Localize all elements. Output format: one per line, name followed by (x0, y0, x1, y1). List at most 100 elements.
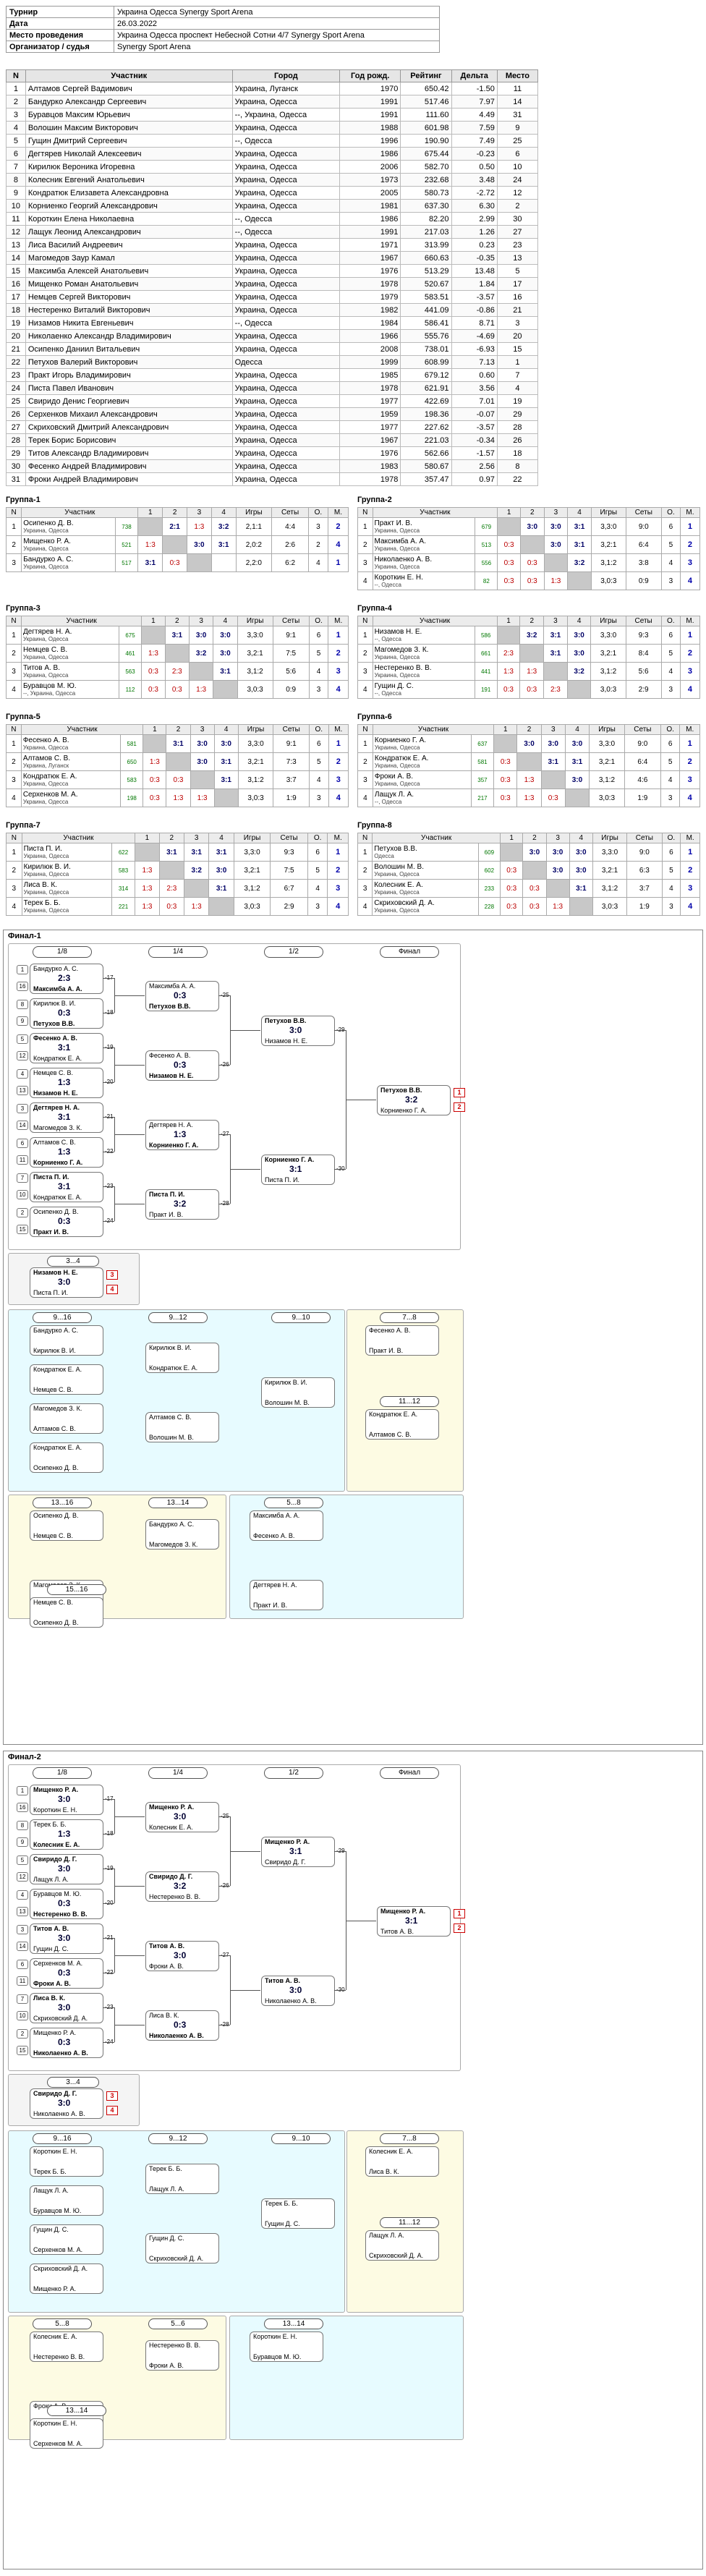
player-cell: Николаенко Александр Владимирович (25, 329, 233, 343)
player-cell: 29 (6, 446, 26, 460)
player-cell: 1959 (339, 407, 401, 421)
group-score-cell: 3:0 (186, 535, 212, 554)
match-score: 0:3 (58, 1216, 71, 1226)
group-player: Низамов Н. Е. --, Одесса (372, 626, 475, 645)
group-header-cell: 4 (213, 616, 238, 626)
group-place: 3 (328, 662, 349, 681)
match-score: 3:1 (58, 1181, 71, 1191)
group-score: 3:0 (221, 739, 231, 748)
group-header-cell: М. (679, 507, 701, 518)
player-cell: Украина, Одесса (231, 264, 341, 278)
round-header: Финал (380, 946, 439, 958)
match-player-b: Немцев С. В. (33, 1532, 74, 1539)
match-box: Терек Б. Б. Гущин Д. С. (261, 2198, 335, 2229)
player-cell: 441.09 (400, 303, 452, 317)
group-header-cell: 4 (213, 724, 239, 735)
bracket-line (103, 1117, 114, 1118)
seed-number: 13 (17, 1907, 28, 1916)
group-sets: 9:3 (625, 626, 662, 645)
group-header-cell: N (6, 724, 22, 735)
group-score-cell: 3:0 (522, 843, 547, 862)
match-player-a: Свиридо Д. Г. (33, 1856, 77, 1863)
group-place: 3 (328, 770, 349, 789)
group-header-cell: 2 (164, 616, 190, 626)
player-cell: 582.70 (400, 160, 452, 174)
group-score: 1:3 (503, 667, 514, 676)
group-row: 2 Немцев С. В. Украина, Одесса 461 1:3 3:2 3:0… (6, 644, 349, 663)
group-points: 3 (661, 897, 681, 916)
group-player-rating: 191 (474, 680, 498, 699)
group-header-cell: 3 (184, 833, 210, 843)
group-diag-cell (496, 626, 521, 645)
group-score: 0:3 (171, 685, 182, 694)
player-cell: 232.68 (400, 173, 452, 187)
group-header-cell: 3 (188, 616, 214, 626)
group-player-name: Титов А. В. (22, 664, 61, 672)
match-box: Гущин Д. С. Серхенков М. А. (30, 2224, 103, 2255)
player-cell: 422.69 (400, 394, 452, 408)
group-games: 3,0:3 (590, 680, 626, 699)
match-player-b: Кондратюк Е. А. (33, 1194, 82, 1201)
bracket-line (114, 995, 145, 996)
group-score: 1:3 (524, 794, 535, 802)
group-sets: 3:8 (625, 553, 662, 572)
match-box: Мищенко Р. А. Свиридо Д. Г. 3:1 (261, 1837, 335, 1867)
group-player-name: Лиса В. К. (23, 881, 57, 889)
group-player-name: Практ И. В. (374, 519, 412, 527)
group-score: 3:1 (548, 757, 558, 766)
group-score-cell: 3:2 (188, 644, 214, 663)
group-diag-cell (184, 879, 210, 898)
match-player-b: Колесник Е. А. (33, 1841, 80, 1848)
info-key: Место проведения (6, 29, 114, 41)
group-row: 4 Лащук Л. А. --, Одесса 217 0:3 1:3 0:3 3,0:3 1… (357, 788, 700, 807)
match-player-b: Свиридо Д. Г. (265, 1858, 306, 1866)
player-row: 12 Лащук Леонид Александрович --, Одесса 19… (6, 225, 539, 239)
group-row-num: 4 (6, 788, 22, 807)
match-box: Низамов Н. Е. Писта П. И. 3:0 (30, 1267, 103, 1298)
player-cell: -0.34 (451, 433, 498, 447)
group-player-rating: 583 (111, 861, 136, 880)
info-row: Турнир Украина Одесса Synergy Sport Arena (6, 6, 440, 18)
seed-number: 7 (17, 1994, 28, 2004)
group-player: Фесенко А. В. Украина, Одесса (20, 734, 122, 753)
group-games: 3,3:0 (592, 843, 628, 862)
group-score: 3:1 (173, 739, 184, 748)
round-header: 1/8 (33, 1767, 92, 1779)
match-player-a: Титов А. В. (265, 1977, 301, 1984)
group-diag-cell (567, 571, 592, 590)
match-score: 3:2 (405, 1094, 418, 1105)
player-cell: Одесса (231, 355, 341, 369)
group-place: 1 (679, 734, 700, 753)
player-cell: -0.07 (451, 407, 498, 421)
group-points: 4 (309, 770, 329, 789)
group-row: 4 Терек Б. Б. Украина, Одесса 221 1:3 0:3 1:3 3… (6, 897, 349, 916)
player-cell: 217.03 (400, 225, 452, 239)
group-player-city: Украина, Одесса (22, 781, 69, 787)
group-score: 1:3 (196, 685, 207, 694)
group-player-rating: 217 (470, 788, 495, 807)
match-box: Дегтярев Н. А. Практ И. В. (250, 1580, 323, 1610)
match-player-a: Терек Б. Б. (265, 2200, 298, 2207)
player-cell: 1991 (339, 95, 401, 109)
group-row-num: 2 (6, 752, 22, 771)
group-place: 2 (679, 752, 700, 771)
group-diag-cell (569, 897, 593, 916)
match-player-a: Мищенко Р. А. (380, 1908, 426, 1915)
match-player-b: Николаенко А. В. (149, 2032, 204, 2039)
player-cell: 1982 (339, 303, 401, 317)
match-box: Мищенко Р. А. Титов А. В. 3:1 (377, 1906, 451, 1937)
group-player: Петухов В.В. Одесса (372, 843, 479, 862)
players-header-cell: Рейтинг (400, 69, 452, 82)
player-cell: 1991 (339, 225, 401, 239)
group-row-num: 4 (357, 897, 373, 916)
player-cell: Украина, Одесса (231, 329, 341, 343)
player-cell: 513.29 (400, 264, 452, 278)
group-player-name: Мищенко Р. А. (23, 537, 71, 545)
group-score: 2:3 (171, 667, 182, 676)
group-header-row: N Участник 1 2 3 4 Игры Сеты О. М. (6, 724, 349, 735)
player-cell: --, Одесса (231, 225, 341, 239)
group-place: 1 (679, 517, 701, 536)
match-box: Максимба А. А. Петухов В.В. 0:3 (145, 981, 219, 1011)
info-row: Место проведения Украина Одесса проспект … (6, 29, 440, 41)
bracket-line (103, 2007, 114, 2008)
